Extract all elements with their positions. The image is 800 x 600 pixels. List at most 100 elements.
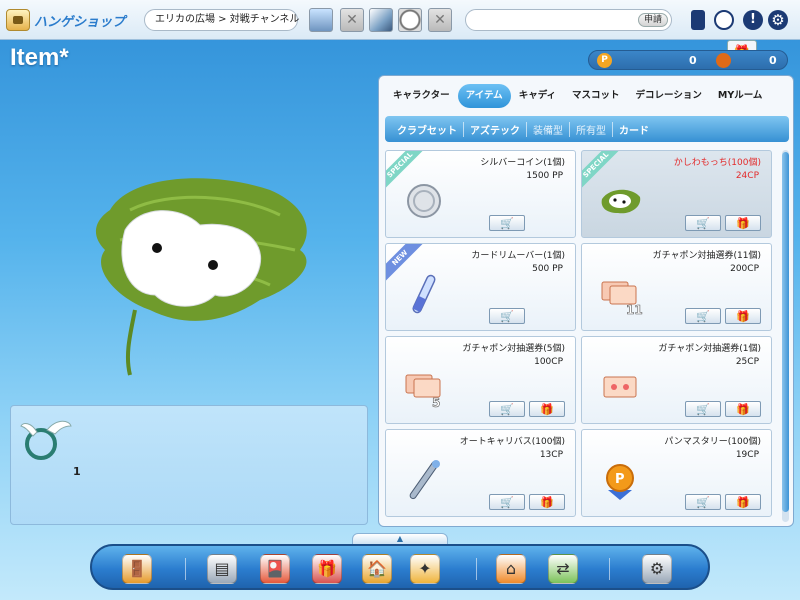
item-price: 13CP (539, 450, 563, 460)
coupon-icon[interactable]: ✦ (410, 554, 440, 584)
cart-button[interactable]: 🛒 (489, 215, 525, 231)
cart-button[interactable]: 🛒 (489, 401, 525, 417)
sub-category-tabs: クラブセット アズテック 装備型 所有型 カード (385, 116, 789, 142)
tab-1[interactable]: アイテム (457, 84, 511, 108)
gear-icon[interactable]: ⚙ (768, 10, 788, 30)
gift-button[interactable]: 🎁 (725, 308, 761, 324)
subtab-2[interactable]: 装備型 (527, 121, 570, 137)
pang-mastery-icon: P (596, 456, 644, 504)
item-card[interactable]: ガチャポン対抽選券(1個) 25CP 🛒 🎁 (581, 336, 772, 424)
phone-icon[interactable] (691, 10, 705, 30)
scroll-thumb[interactable] (782, 152, 789, 512)
dock-separator (476, 558, 477, 580)
cart-button[interactable]: 🛒 (489, 308, 525, 324)
cash-register-icon[interactable]: ▤ (207, 554, 237, 584)
cart-button[interactable]: 🛒 (685, 494, 721, 510)
item-card[interactable]: 11 ガチャポン対抽選券(11個) 200CP 🛒 🎁 (581, 243, 772, 331)
shop-logo[interactable]: ハンゲショップ (6, 6, 136, 34)
item-price: 100CP (534, 357, 563, 367)
exchange-icon[interactable]: ⇄ (548, 554, 578, 584)
item-card[interactable]: NEW カードリムーバー(1個) 500 PP 🛒 (385, 243, 576, 331)
gift-card-icon[interactable]: 🎴 (260, 554, 290, 584)
bottom-dock: 🚪 ▤ 🎴 🎁 🏠 ✦ ⌂ ⇄ ⚙ (90, 544, 710, 590)
subtab-0[interactable]: クラブセット (391, 121, 464, 137)
friend-slot-empty[interactable]: ✕ (428, 8, 452, 32)
item-name: パンマスタリー(100個) (664, 437, 761, 447)
cart-button[interactable]: 🛒 (685, 308, 721, 324)
cart-icon: 🛒 (500, 216, 514, 230)
logo-text: ハンゲショップ (34, 14, 126, 30)
item-price: 24CP (735, 171, 759, 181)
gift-box-icon[interactable]: 🎁 (312, 554, 342, 584)
kashiwa-mochi-preview-icon (95, 178, 307, 376)
tab-3[interactable]: マスコット (564, 84, 628, 108)
gift-icon: 🎁 (540, 402, 554, 416)
item-name: ガチャポン対抽選券(1個) (658, 344, 761, 354)
gift-button[interactable]: 🎁 (725, 494, 761, 510)
item-name: ガチャポン対抽選券(5個) (462, 344, 565, 354)
exit-door-icon[interactable]: 🚪 (122, 554, 152, 584)
pp-coin-icon: P (597, 53, 612, 68)
kashiwa-mochi-icon (596, 177, 644, 225)
settings-plug-icon[interactable]: ⚙ (642, 554, 672, 584)
dock-separator (185, 558, 186, 580)
tab-5[interactable]: MYルーム (710, 84, 771, 108)
gift-icon: 🎁 (736, 309, 750, 323)
item-grid: SPECIAL シルバーコイン(1個) 1500 PP 🛒 SPECIAL かしわもっち(… (385, 150, 775, 522)
gift-button[interactable]: 🎁 (529, 401, 565, 417)
item-name: シルバーコイン(1個) (480, 158, 565, 168)
item-name: カードリムーバー(1個) (471, 251, 565, 261)
request-button[interactable]: 申請 (638, 13, 668, 27)
subtab-1[interactable]: アズテック (464, 121, 527, 137)
cart-button[interactable]: 🛒 (685, 215, 721, 231)
cart-button[interactable]: 🛒 (489, 494, 525, 510)
item-price: 1500 PP (526, 171, 563, 181)
subtab-3[interactable]: 所有型 (570, 121, 613, 137)
silver-coin-icon (400, 177, 448, 225)
svg-text:11: 11 (626, 303, 643, 317)
item-scrollbar[interactable] (782, 150, 789, 522)
tab-0[interactable]: キャラクター (385, 84, 458, 108)
friend-slot-avatar[interactable] (309, 8, 333, 32)
friend-slot-avatar[interactable] (398, 8, 422, 32)
cart-icon: 🛒 (696, 495, 710, 509)
gacha-ticket-11-icon: 11 (596, 270, 644, 318)
shop-panel: キャラクター アイテム キャディ マスコット デコレーション MYルーム クラブセット アズ… (378, 75, 794, 527)
inventory-slot[interactable]: 1 (17, 412, 81, 478)
gift-button[interactable]: 🎁 (725, 401, 761, 417)
top-bar: ハンゲショップ エリカの広場 > 対戦チャンネル ✕ ✕ 申請 ! ⚙ (0, 0, 800, 40)
page-title: Item* (10, 44, 69, 71)
gacha-ticket-5-icon: 5 (400, 363, 448, 411)
cart-button[interactable]: 🛒 (685, 401, 721, 417)
gift-button[interactable]: 🎁 (725, 215, 761, 231)
friend-slot-avatar[interactable] (369, 8, 393, 32)
gift-button[interactable]: 🎁 (529, 494, 565, 510)
gift-icon: 🎁 (736, 495, 750, 509)
item-name: ガチャポン対抽選券(11個) (652, 251, 761, 261)
winged-ring-icon (20, 420, 72, 460)
cart-icon: 🛒 (500, 309, 514, 323)
subtab-4[interactable]: カード (613, 122, 655, 137)
shop-icon[interactable]: 🏠 (362, 554, 392, 584)
item-price: 19CP (735, 450, 759, 460)
item-card[interactable]: SPECIAL かしわもっち(100個) 24CP 🛒 🎁 (581, 150, 772, 238)
tab-2[interactable]: キャディ (511, 84, 564, 108)
cart-icon: 🛒 (696, 402, 710, 416)
home-icon[interactable]: ⌂ (496, 554, 526, 584)
auto-caliper-icon (400, 456, 448, 504)
item-card[interactable]: 5 ガチャポン対抽選券(5個) 100CP 🛒 🎁 (385, 336, 576, 424)
inventory-panel: 1 (10, 405, 368, 525)
profile-search-icon[interactable] (714, 10, 734, 30)
gift-icon: 🎁 (736, 402, 750, 416)
register-icon (6, 9, 30, 31)
cart-icon: 🛒 (500, 495, 514, 509)
item-price: 25CP (735, 357, 759, 367)
item-card[interactable]: オートキャリバス(100個) 13CP 🛒 🎁 (385, 429, 576, 517)
item-card[interactable]: P パンマスタリー(100個) 19CP 🛒 🎁 (581, 429, 772, 517)
item-card[interactable]: SPECIAL シルバーコイン(1個) 1500 PP 🛒 (385, 150, 576, 238)
request-input[interactable]: 申請 (465, 9, 672, 31)
alert-icon[interactable]: ! (743, 10, 763, 30)
friend-slot-empty[interactable]: ✕ (340, 8, 364, 32)
tab-4[interactable]: デコレーション (628, 84, 710, 108)
category-tabs: キャラクター アイテム キャディ マスコット デコレーション MYルーム (385, 84, 770, 110)
